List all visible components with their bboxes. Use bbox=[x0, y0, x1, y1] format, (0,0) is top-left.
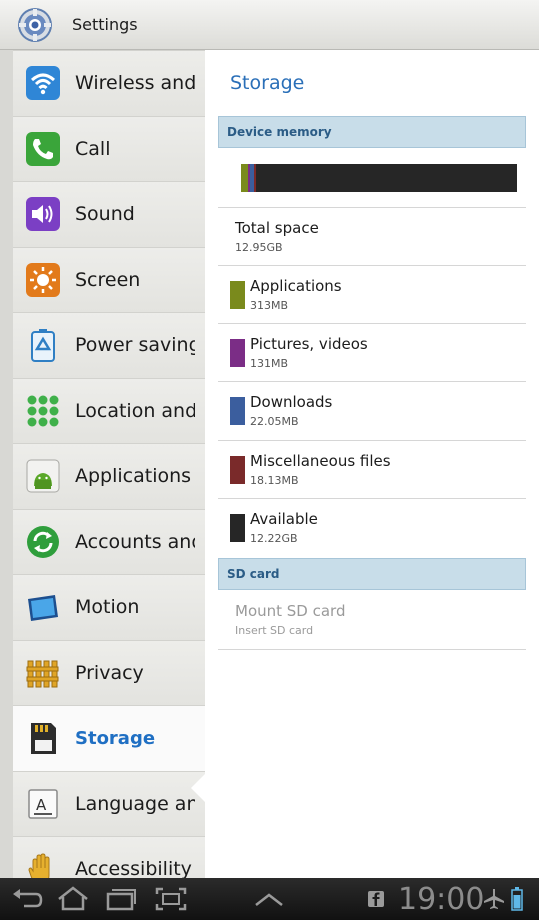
settings-gear-icon[interactable] bbox=[16, 6, 54, 44]
motion-tablet-icon bbox=[28, 595, 58, 622]
sidebar-item-applications[interactable]: Applications bbox=[13, 443, 205, 509]
recycle-battery-icon bbox=[31, 329, 55, 363]
sd-card-icon bbox=[31, 723, 56, 755]
fence-icon bbox=[26, 660, 59, 688]
storage-panel: Storage Device memory Total space 12.95G… bbox=[205, 50, 539, 878]
system-bar: 19:00 bbox=[0, 878, 539, 920]
storage-item-label: Pictures, videos bbox=[250, 335, 368, 353]
sidebar-item-privacy[interactable]: Privacy bbox=[13, 639, 205, 705]
color-swatch bbox=[230, 281, 245, 309]
sidebar-item-storage[interactable]: Storage bbox=[13, 705, 205, 771]
color-swatch bbox=[230, 456, 245, 484]
sidebar-item-label: Motion bbox=[75, 596, 140, 619]
selection-pointer bbox=[191, 774, 205, 802]
location-grid-icon bbox=[27, 395, 59, 427]
sidebar-item-label: Applications bbox=[75, 465, 192, 488]
sidebar-item-call[interactable]: Call bbox=[13, 115, 205, 181]
airplane-icon bbox=[484, 889, 504, 909]
home-icon[interactable] bbox=[56, 886, 90, 912]
sidebar-item-label: Call bbox=[75, 137, 111, 160]
color-swatch bbox=[230, 514, 245, 542]
total-space-label: Total space bbox=[235, 219, 319, 237]
sidebar-item-label: Privacy bbox=[75, 661, 144, 684]
sidebar-item-motion[interactable]: Motion bbox=[13, 574, 205, 640]
sidebar-item-sound[interactable]: Sound bbox=[13, 181, 205, 247]
title-bar: Settings bbox=[0, 0, 539, 50]
device-memory-header: Device memory bbox=[218, 116, 526, 148]
storage-item-misc: Miscellaneous files 18.13MB bbox=[218, 441, 526, 499]
mount-sd-card-sub: Insert SD card bbox=[235, 624, 314, 637]
sidebar-item-wireless[interactable]: Wireless and bbox=[13, 50, 205, 116]
storage-item-label: Downloads bbox=[250, 393, 333, 411]
svg-text:A: A bbox=[36, 796, 47, 814]
sidebar-item-label: Accounts and bbox=[75, 530, 195, 553]
settings-category-list[interactable]: Wireless and Call Sound Screen Power sav… bbox=[0, 50, 205, 878]
sync-icon bbox=[27, 525, 59, 558]
storage-item-applications: Applications 313MB bbox=[218, 266, 526, 324]
sidebar-item-language[interactable]: A Language an bbox=[13, 770, 205, 836]
total-space-value: 12.95GB bbox=[235, 241, 283, 254]
battery-icon bbox=[511, 887, 523, 911]
mount-sd-card-label: Mount SD card bbox=[235, 602, 346, 620]
android-icon bbox=[26, 459, 60, 493]
wifi-icon bbox=[26, 66, 60, 101]
back-icon[interactable] bbox=[10, 886, 44, 912]
sidebar-item-label: Location and bbox=[75, 399, 195, 422]
language-icon: A bbox=[28, 789, 58, 819]
sidebar-item-label: Power saving bbox=[75, 334, 195, 357]
sidebar-item-label: Sound bbox=[75, 203, 135, 226]
sidebar-item-label: Wireless and bbox=[75, 72, 195, 95]
sidebar-item-accessibility[interactable]: Accessibility bbox=[13, 836, 205, 878]
hand-icon bbox=[28, 853, 50, 878]
storage-item-label: Available bbox=[250, 510, 318, 528]
speaker-icon bbox=[26, 197, 60, 232]
color-swatch bbox=[230, 397, 245, 425]
usage-bar-row bbox=[218, 150, 526, 208]
storage-item-value: 131MB bbox=[250, 357, 289, 370]
sidebar-item-label: Screen bbox=[75, 268, 141, 291]
sidebar-item-power-saving[interactable]: Power saving bbox=[13, 312, 205, 378]
facebook-icon bbox=[368, 891, 384, 907]
brightness-icon bbox=[26, 262, 60, 297]
storage-item-downloads: Downloads 22.05MB bbox=[218, 382, 526, 441]
storage-item-value: 22.05MB bbox=[250, 415, 299, 428]
sidebar-item-accounts[interactable]: Accounts and bbox=[13, 508, 205, 574]
sidebar-item-screen[interactable]: Screen bbox=[13, 246, 205, 312]
list-gutter bbox=[0, 50, 13, 878]
sidebar-item-label: Storage bbox=[75, 727, 156, 749]
sidebar-item-location[interactable]: Location and bbox=[13, 377, 205, 443]
sidebar-item-label: Language an bbox=[75, 792, 195, 815]
app-title: Settings bbox=[72, 15, 138, 34]
sidebar-item-label: Accessibility bbox=[75, 858, 192, 878]
color-swatch bbox=[230, 339, 245, 367]
clock: 19:00 bbox=[398, 882, 485, 917]
storage-item-value: 12.22GB bbox=[250, 532, 298, 545]
storage-item-label: Miscellaneous files bbox=[250, 452, 391, 470]
total-space-row: Total space 12.95GB bbox=[218, 208, 526, 266]
sd-card-header: SD card bbox=[218, 558, 526, 590]
storage-item-value: 313MB bbox=[250, 299, 289, 312]
up-chevron-icon[interactable] bbox=[252, 886, 286, 912]
storage-item-value: 18.13MB bbox=[250, 474, 299, 487]
storage-item-available: Available 12.22GB bbox=[218, 499, 526, 557]
page-title: Storage bbox=[230, 72, 305, 94]
recent-apps-icon[interactable] bbox=[104, 886, 138, 912]
storage-item-pictures: Pictures, videos 131MB bbox=[218, 324, 526, 382]
phone-icon bbox=[26, 131, 60, 166]
screenshot-icon[interactable] bbox=[154, 886, 188, 912]
storage-item-label: Applications bbox=[250, 277, 342, 295]
mount-sd-card-row[interactable]: Mount SD card Insert SD card bbox=[218, 591, 526, 650]
